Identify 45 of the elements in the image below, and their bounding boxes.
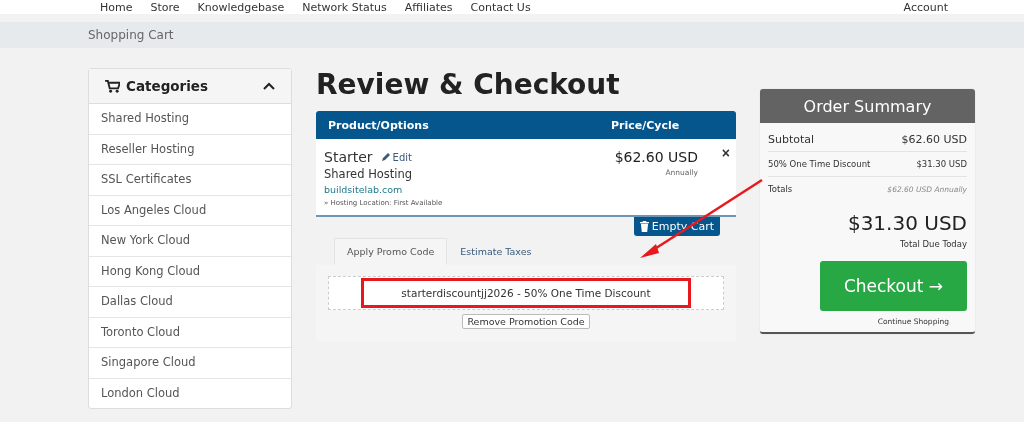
- page-title: Review & Checkout: [316, 68, 621, 102]
- nav-link[interactable]: Home: [100, 1, 133, 14]
- remove-button[interactable]: ×: [721, 145, 730, 161]
- account-link[interactable]: Account: [903, 1, 948, 14]
- column-header: Product/Options: [327, 118, 430, 132]
- category-item[interactable]: Singapore Cloud: [89, 348, 291, 379]
- category-item[interactable]: Los Angeles Cloud: [89, 195, 291, 226]
- category-item[interactable]: New York Cloud: [89, 226, 291, 257]
- nav-link[interactable]: Network Status: [302, 1, 387, 14]
- category-item[interactable]: Toronto Cloud: [89, 317, 291, 348]
- summary-value: $62.60 USD: [901, 132, 967, 146]
- summary-label: 50% One Time Discount: [768, 159, 871, 169]
- tab[interactable]: Estimate Taxes: [447, 238, 545, 265]
- domain-name: buildsitelab.com: [324, 184, 404, 195]
- edit-link[interactable]: Edit: [380, 151, 412, 163]
- category-item[interactable]: Dallas Cloud: [89, 287, 291, 318]
- applied-promo-code: starterdiscountjj2026 - 50% One Time Discount: [361, 278, 691, 308]
- category-item[interactable]: SSL Certificates: [89, 165, 291, 196]
- chevron-icon: [263, 82, 275, 90]
- remove-promo-button[interactable]: Remove Promotion Code: [462, 314, 590, 329]
- cart-icon: [105, 79, 120, 93]
- categories-title: Categories: [126, 78, 210, 94]
- total-due-label: Total Due Today: [899, 239, 967, 249]
- categories-header[interactable]: Categories: [89, 69, 291, 104]
- nav-link[interactable]: Knowledgebase: [197, 1, 285, 14]
- summary-label: Subtotal: [768, 132, 815, 146]
- nav-link[interactable]: Contact Us: [470, 1, 531, 14]
- column-header: Price/Cycle: [611, 118, 681, 132]
- pencil-icon: [380, 152, 391, 162]
- breadcrumb: Shopping Cart: [88, 28, 174, 42]
- product-group: Shared Hosting: [324, 167, 615, 181]
- category-item[interactable]: Reseller Hosting: [89, 134, 291, 165]
- summary-title: Order Summary: [803, 96, 932, 116]
- nav-link[interactable]: Store: [150, 1, 180, 14]
- category-item[interactable]: Hong Kong Cloud: [89, 256, 291, 287]
- category-item[interactable]: London Cloud: [89, 378, 291, 408]
- nav-link[interactable]: Affiliates: [404, 1, 453, 14]
- product-price: $62.60 USD: [614, 149, 698, 165]
- trash-icon: [639, 221, 649, 232]
- summary-value: $31.30 USD: [916, 159, 967, 169]
- summary-label: Totals: [768, 184, 793, 194]
- product-name: Starter: [324, 149, 373, 165]
- tab[interactable]: Apply Promo Code: [334, 238, 448, 265]
- total-due: $31.30 USD: [846, 211, 967, 235]
- category-item[interactable]: Shared Hosting: [89, 104, 291, 135]
